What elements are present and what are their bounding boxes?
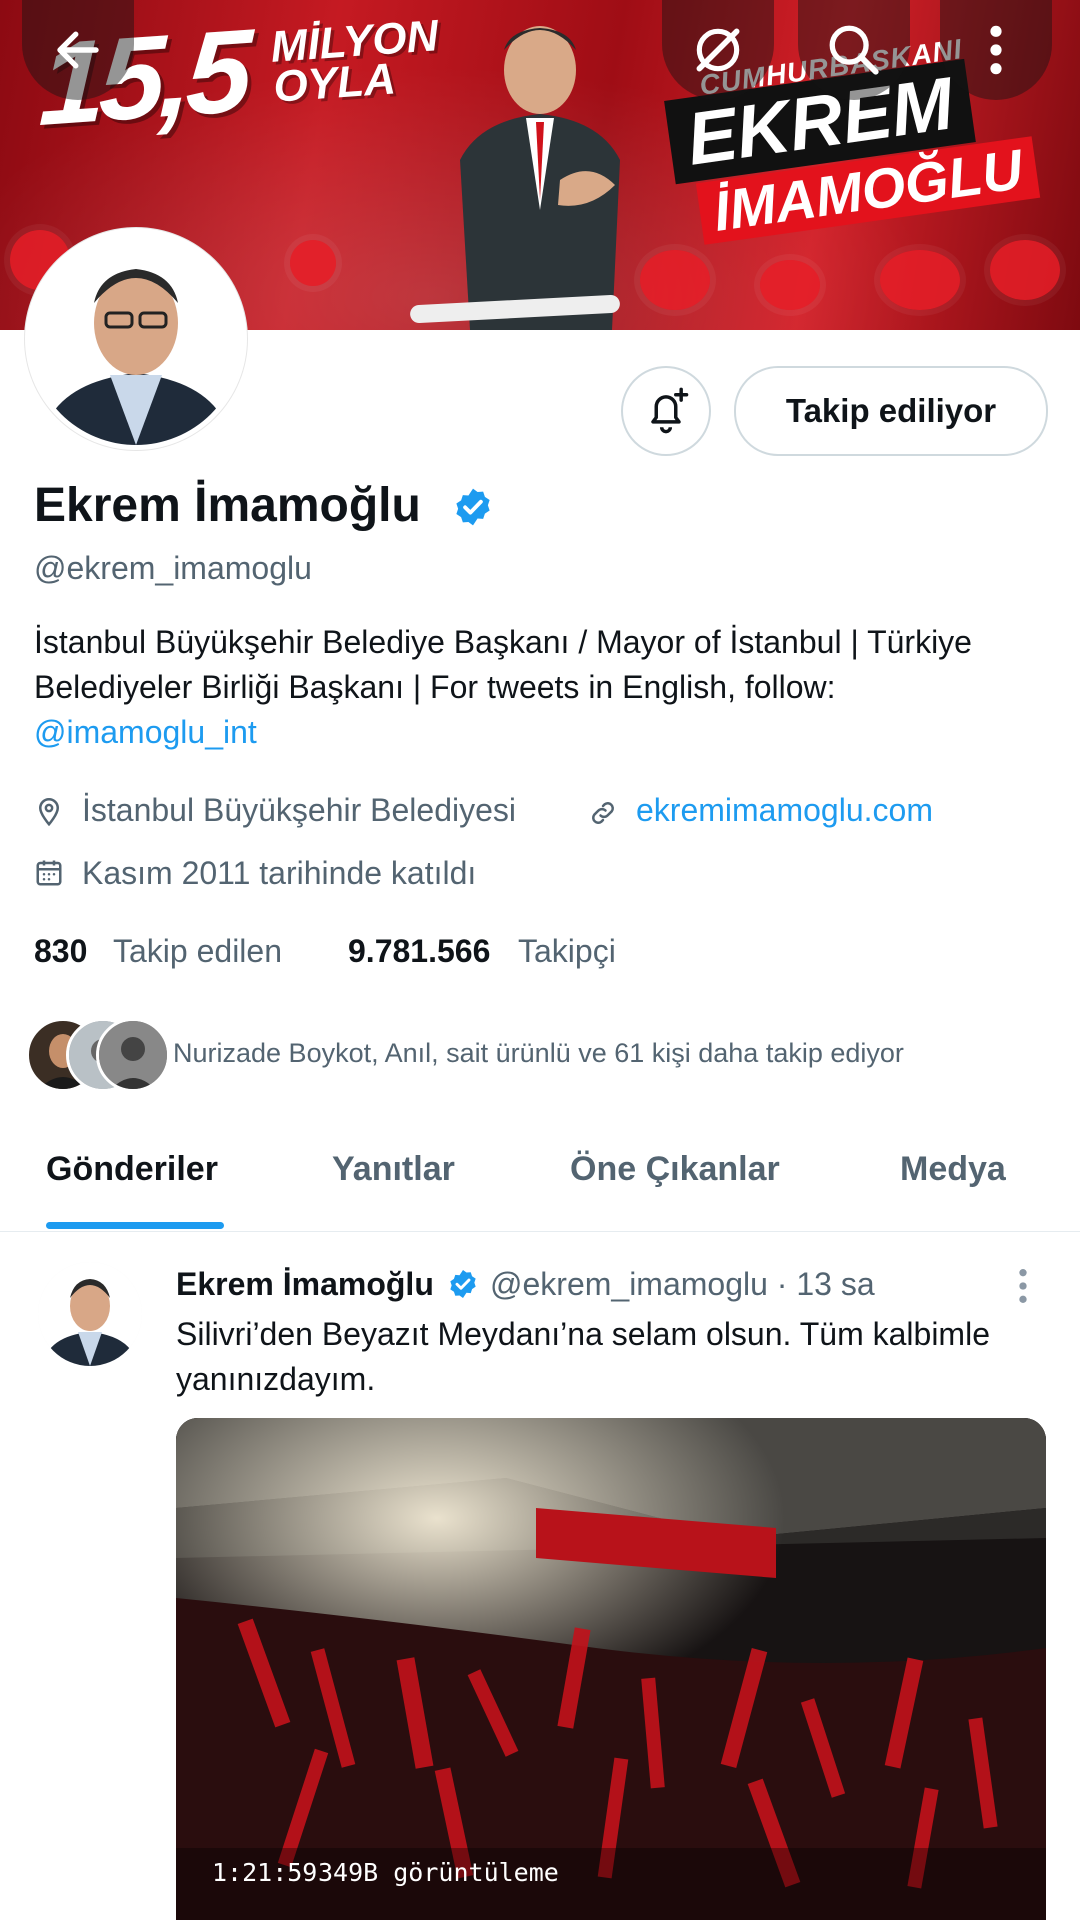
calendar-icon <box>36 860 62 886</box>
video-duration: 1:21:59 <box>212 1858 318 1887</box>
followers-count[interactable]: 9.781.566 <box>348 933 490 970</box>
notifications-bell-button[interactable] <box>621 366 711 456</box>
tweet-video[interactable]: 1:21:59 349B görüntüleme <box>176 1418 1046 1920</box>
tweet-author-name[interactable]: Ekrem İmamoğlu <box>176 1266 434 1303</box>
search-icon <box>829 25 879 75</box>
followers-label[interactable]: Takipçi <box>518 933 616 970</box>
tweet-author-avatar[interactable] <box>38 1262 142 1366</box>
avatar-portrait <box>30 233 242 445</box>
profile-location: İstanbul Büyükşehir Belediyesi <box>82 792 517 828</box>
bio-mention-link[interactable]: @imamoglu_int <box>34 714 257 750</box>
following-count[interactable]: 830 <box>34 933 87 970</box>
link-icon <box>592 802 614 824</box>
bio-text: İstanbul Büyükşehir Belediye Başkanı / M… <box>34 624 972 705</box>
following-button[interactable]: Takip ediliyor <box>734 366 1048 456</box>
following-label[interactable]: Takip edilen <box>113 933 282 970</box>
profile-handle: @ekrem_imamoglu <box>34 550 312 586</box>
verified-badge-icon[interactable] <box>447 1268 479 1300</box>
banner-vote-text: MİLYON OYLA <box>269 11 440 112</box>
tab-divider <box>0 1231 1080 1232</box>
follower-avatar[interactable] <box>96 1018 170 1092</box>
more-vertical-icon <box>990 25 1002 75</box>
profile-bio: İstanbul Büyükşehir Belediye Başkanı / M… <box>34 620 1044 755</box>
video-view-count: 349B görüntüleme <box>318 1858 559 1887</box>
bell-plus-icon <box>651 387 689 434</box>
arrow-left-icon <box>57 31 99 69</box>
tweet-more-icon[interactable] <box>1015 1266 1031 1306</box>
profile-website-link[interactable]: ekremimamoglu.com <box>636 792 933 829</box>
video-thumbnail <box>176 1418 1046 1920</box>
profile-joined-date: Kasım 2011 tarihinde katıldı <box>82 855 477 891</box>
tab-highlights[interactable]: Öne Çıkanlar <box>570 1150 780 1189</box>
banner-person-illustration <box>460 26 620 330</box>
tab-replies[interactable]: Yanıtlar <box>332 1150 455 1189</box>
verified-badge-icon[interactable] <box>452 486 494 528</box>
tab-media[interactable]: Medya <box>900 1150 1006 1189</box>
profile-display-name: Ekrem İmamoğlu <box>34 479 421 532</box>
grok-icon <box>696 28 740 72</box>
tweet-text: Silivri’den Beyazıt Meydanı’na selam ols… <box>176 1316 990 1397</box>
tab-posts[interactable]: Gönderiler <box>46 1150 218 1189</box>
location-pin-icon <box>38 797 60 827</box>
active-tab-indicator <box>46 1222 224 1229</box>
followed-by-text[interactable]: Nurizade Boykot, Anıl, sait ürünlü ve 61… <box>173 1038 904 1069</box>
tweet-handle-time[interactable]: @ekrem_imamoglu · 13 sa <box>490 1266 875 1303</box>
profile-avatar[interactable] <box>25 228 247 450</box>
